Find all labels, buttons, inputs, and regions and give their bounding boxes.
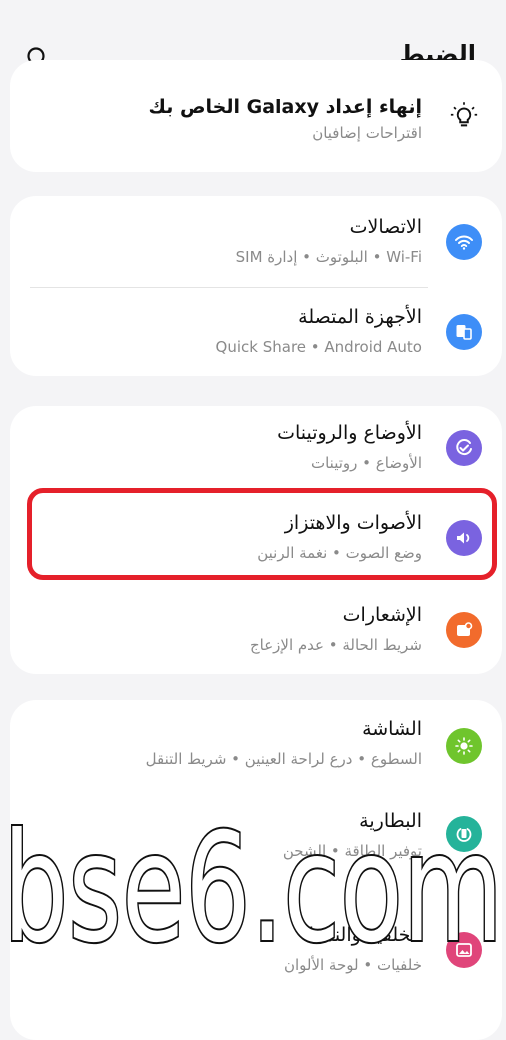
suggestion-subtitle: اقتراحات إضافيان [312, 124, 422, 142]
volume-icon [446, 520, 482, 556]
item-subtitle: الأوضاع • روتينات [310, 454, 422, 472]
item-title: الأصوات والاهتزاز [284, 512, 422, 534]
item-subtitle: وضع الصوت • نغمة الرنين [257, 544, 422, 562]
item-title: الاتصالات [349, 216, 422, 238]
settings-group-modes: الأوضاع والروتينات الأوضاع • روتينات الأ… [10, 406, 502, 674]
item-subtitle: شريط الحالة • عدم الإزعاج [249, 636, 422, 654]
settings-item-display[interactable]: الشاشة السطوع • درع لراحة العينين • شريط… [10, 700, 502, 792]
devices-icon [446, 314, 482, 350]
item-title: الأوضاع والروتينات [277, 422, 422, 444]
settings-item-battery[interactable]: البطارية توفير الطاقة • الشحن [10, 792, 502, 884]
item-subtitle: Wi-Fi • البلوتوث • إدارة SIM [235, 248, 422, 266]
wallpaper-icon [446, 932, 482, 968]
settings-item-notifications[interactable]: الإشعارات شريط الحالة • عدم الإزعاج [10, 586, 502, 674]
display-icon [446, 728, 482, 764]
item-subtitle: Quick Share • Android Auto [215, 338, 422, 356]
suggestion-title: إنهاء إعداد Galaxy الخاص بك [148, 96, 423, 118]
suggestion-row[interactable]: إنهاء إعداد Galaxy الخاص بك اقتراحات إضا… [10, 60, 502, 172]
settings-group-connections: الاتصالات Wi-Fi • البلوتوث • إدارة SIM ا… [10, 196, 502, 376]
settings-item-wallpaper-style[interactable]: الخلفية والنمط خلفيات • لوحة الألوان [10, 884, 502, 1004]
item-title: الخلفية والنمط [305, 924, 422, 946]
settings-group-display: الشاشة السطوع • درع لراحة العينين • شريط… [10, 700, 502, 1040]
item-subtitle: السطوع • درع لراحة العينين • شريط التنقل [145, 750, 422, 768]
item-title: الإشعارات [342, 604, 422, 626]
wifi-icon [446, 224, 482, 260]
settings-item-sounds-vibration[interactable]: الأصوات والاهتزاز وضع الصوت • نغمة الرني… [10, 494, 502, 586]
item-title: البطارية [359, 810, 422, 832]
settings-item-modes-routines[interactable]: الأوضاع والروتينات الأوضاع • روتينات [10, 406, 502, 494]
suggestion-card[interactable]: إنهاء إعداد Galaxy الخاص بك اقتراحات إضا… [10, 60, 502, 172]
notifications-icon [446, 612, 482, 648]
lightbulb-icon [446, 98, 482, 134]
item-title: الأجهزة المتصلة [298, 306, 422, 328]
settings-item-connections[interactable]: الاتصالات Wi-Fi • البلوتوث • إدارة SIM [10, 196, 502, 288]
modes-icon [446, 430, 482, 466]
battery-icon [446, 816, 482, 852]
settings-item-connected-devices[interactable]: الأجهزة المتصلة Quick Share • Android Au… [10, 288, 502, 376]
item-subtitle: توفير الطاقة • الشحن [282, 842, 422, 860]
item-subtitle: خلفيات • لوحة الألوان [283, 956, 422, 974]
item-title: الشاشة [362, 718, 422, 740]
